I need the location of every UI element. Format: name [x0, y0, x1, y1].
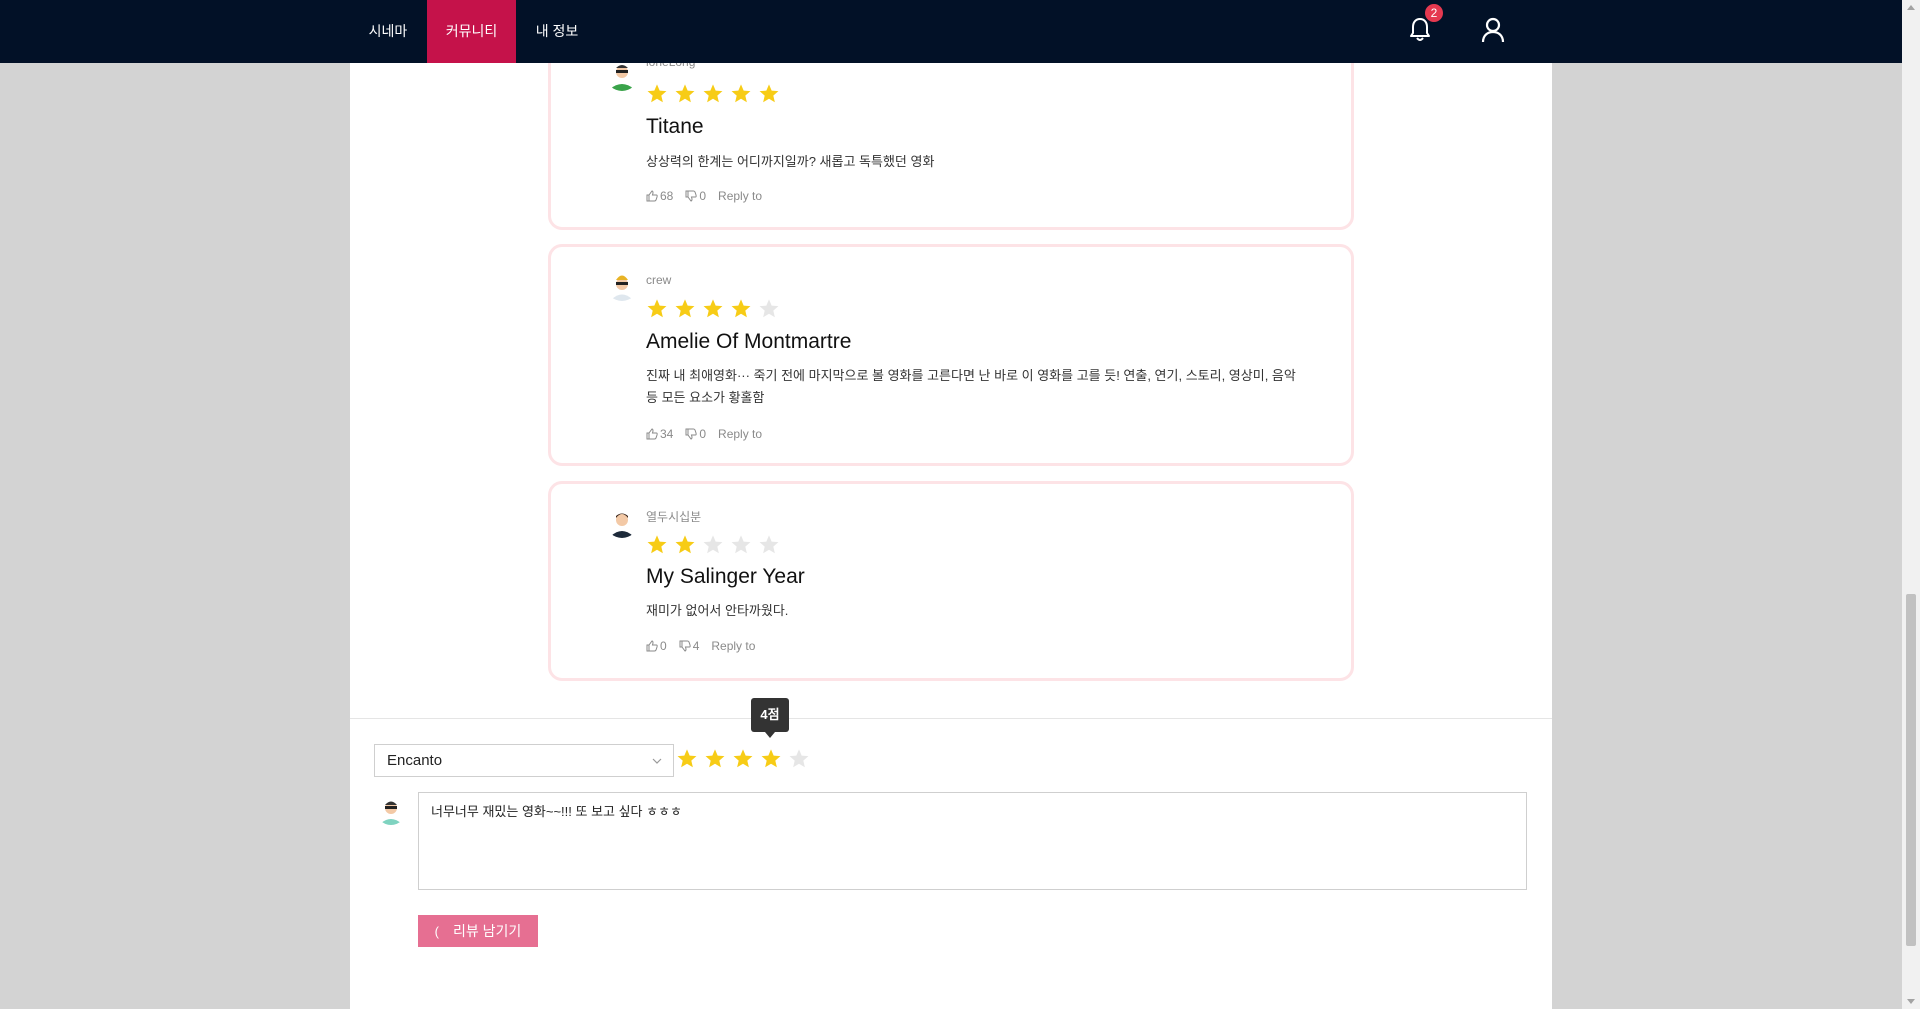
nav-item-my-info[interactable]: 내 정보: [522, 0, 592, 63]
star-filled-icon[interactable]: [732, 748, 754, 770]
star-filled-icon: [675, 535, 695, 554]
nav-item-cinema[interactable]: 시네마: [355, 0, 421, 63]
chevron-down-icon: [652, 758, 662, 764]
rating-input-stars[interactable]: [676, 748, 810, 770]
review-movie-title[interactable]: Amelie Of Montmartre: [646, 330, 851, 354]
review-textarea[interactable]: [418, 792, 1527, 890]
like-count: 34: [660, 427, 674, 441]
like-button[interactable]: 68: [646, 189, 673, 203]
review-actions: 0 4 Reply to: [646, 639, 755, 653]
thumbs-down-icon: [685, 428, 698, 440]
rating-tooltip: 4점: [751, 698, 789, 738]
review-username[interactable]: crew: [646, 273, 671, 287]
thumbs-down-icon: [679, 640, 691, 652]
review-card: crew Amelie Of Montmartre 진짜 내 최애영화··· 죽…: [548, 244, 1354, 466]
scroll-down-arrow-icon[interactable]: [1907, 999, 1915, 1004]
thumbs-up-icon: [646, 640, 658, 652]
review-text: 재미가 없어서 안타까웠다.: [646, 603, 789, 618]
avatar: [606, 59, 638, 91]
nav-item-label: 시네마: [368, 23, 408, 39]
review-text: 상상력의 한계는 어디까지일까? 새롭고 독특했던 영화: [646, 154, 935, 169]
notification-badge: 2: [1423, 2, 1445, 24]
review-text: 진짜 내 최애영화··· 죽기 전에 마지막으로 볼 영화를 고른다면 난 바로…: [646, 368, 1296, 405]
dislike-button[interactable]: 0: [685, 189, 706, 203]
star-filled-icon: [731, 299, 751, 318]
star-filled-icon[interactable]: [704, 748, 726, 770]
user-icon[interactable]: [1480, 16, 1506, 44]
spinner-icon: (: [434, 923, 440, 939]
scrollbar-thumb[interactable]: [1906, 594, 1916, 946]
star-filled-icon: [647, 84, 667, 103]
reply-link[interactable]: Reply to: [711, 639, 755, 653]
thumbs-up-icon: [646, 428, 658, 440]
movie-select-value: Encanto: [387, 752, 443, 769]
dislike-button[interactable]: 0: [685, 427, 706, 441]
star-filled-icon: [703, 84, 723, 103]
star-empty-icon: [759, 299, 779, 318]
submit-review-button[interactable]: ( 리뷰 남기기: [418, 915, 538, 947]
review-movie-title[interactable]: Titane: [646, 115, 704, 139]
avatar: [606, 269, 638, 301]
nav-item-label: 내 정보: [535, 23, 579, 39]
section-divider: [350, 718, 1552, 719]
like-count: 68: [660, 189, 674, 203]
star-empty-icon[interactable]: [788, 748, 810, 770]
star-filled-icon: [759, 84, 779, 103]
review-actions: 68 0 Reply to: [646, 189, 762, 203]
my-avatar: [376, 795, 406, 825]
movie-select[interactable]: Encanto: [374, 744, 674, 777]
star-filled-icon: [647, 535, 667, 554]
review-movie-title[interactable]: My Salinger Year: [646, 565, 805, 589]
star-empty-icon: [703, 535, 723, 554]
star-filled-icon: [647, 299, 667, 318]
review-username[interactable]: 열두시십분: [646, 508, 701, 525]
star-filled-icon: [675, 299, 695, 318]
avatar: [606, 506, 638, 538]
star-filled-icon: [703, 299, 723, 318]
review-card: loneLong Titane 상상력의 한계는 어디까지일까? 새롭고 독특했…: [548, 40, 1354, 230]
like-button[interactable]: 0: [646, 639, 667, 653]
thumbs-down-icon: [685, 190, 698, 202]
thumbs-up-icon: [646, 190, 658, 202]
rating-stars: [646, 83, 780, 105]
nav-item-community[interactable]: 커뮤니티: [427, 0, 516, 63]
dislike-count: 4: [692, 639, 700, 653]
submit-review-label: 리뷰 남기기: [453, 923, 522, 939]
like-count: 0: [660, 639, 667, 653]
scroll-up-arrow-icon[interactable]: [1907, 5, 1915, 10]
star-empty-icon: [759, 535, 779, 554]
dislike-count: 0: [699, 189, 707, 203]
star-empty-icon: [731, 535, 751, 554]
dislike-count: 0: [699, 427, 707, 441]
review-actions: 34 0 Reply to: [646, 427, 762, 441]
like-button[interactable]: 34: [646, 427, 673, 441]
review-card: 열두시십분 My Salinger Year 재미가 없어서 안타까웠다. 0 …: [548, 481, 1354, 681]
star-filled-icon[interactable]: [760, 748, 782, 770]
rating-stars: [646, 534, 780, 556]
dislike-button[interactable]: 4: [679, 639, 700, 653]
page-scrollbar[interactable]: [1902, 0, 1920, 1009]
star-filled-icon: [731, 84, 751, 103]
star-filled-icon: [675, 84, 695, 103]
rating-stars: [646, 298, 780, 320]
nav-item-label: 커뮤니티: [445, 23, 498, 39]
star-filled-icon[interactable]: [676, 748, 698, 770]
reply-link[interactable]: Reply to: [718, 427, 762, 441]
reply-link[interactable]: Reply to: [718, 189, 762, 203]
top-navbar: 시네마 커뮤니티 내 정보 2: [0, 0, 1902, 63]
